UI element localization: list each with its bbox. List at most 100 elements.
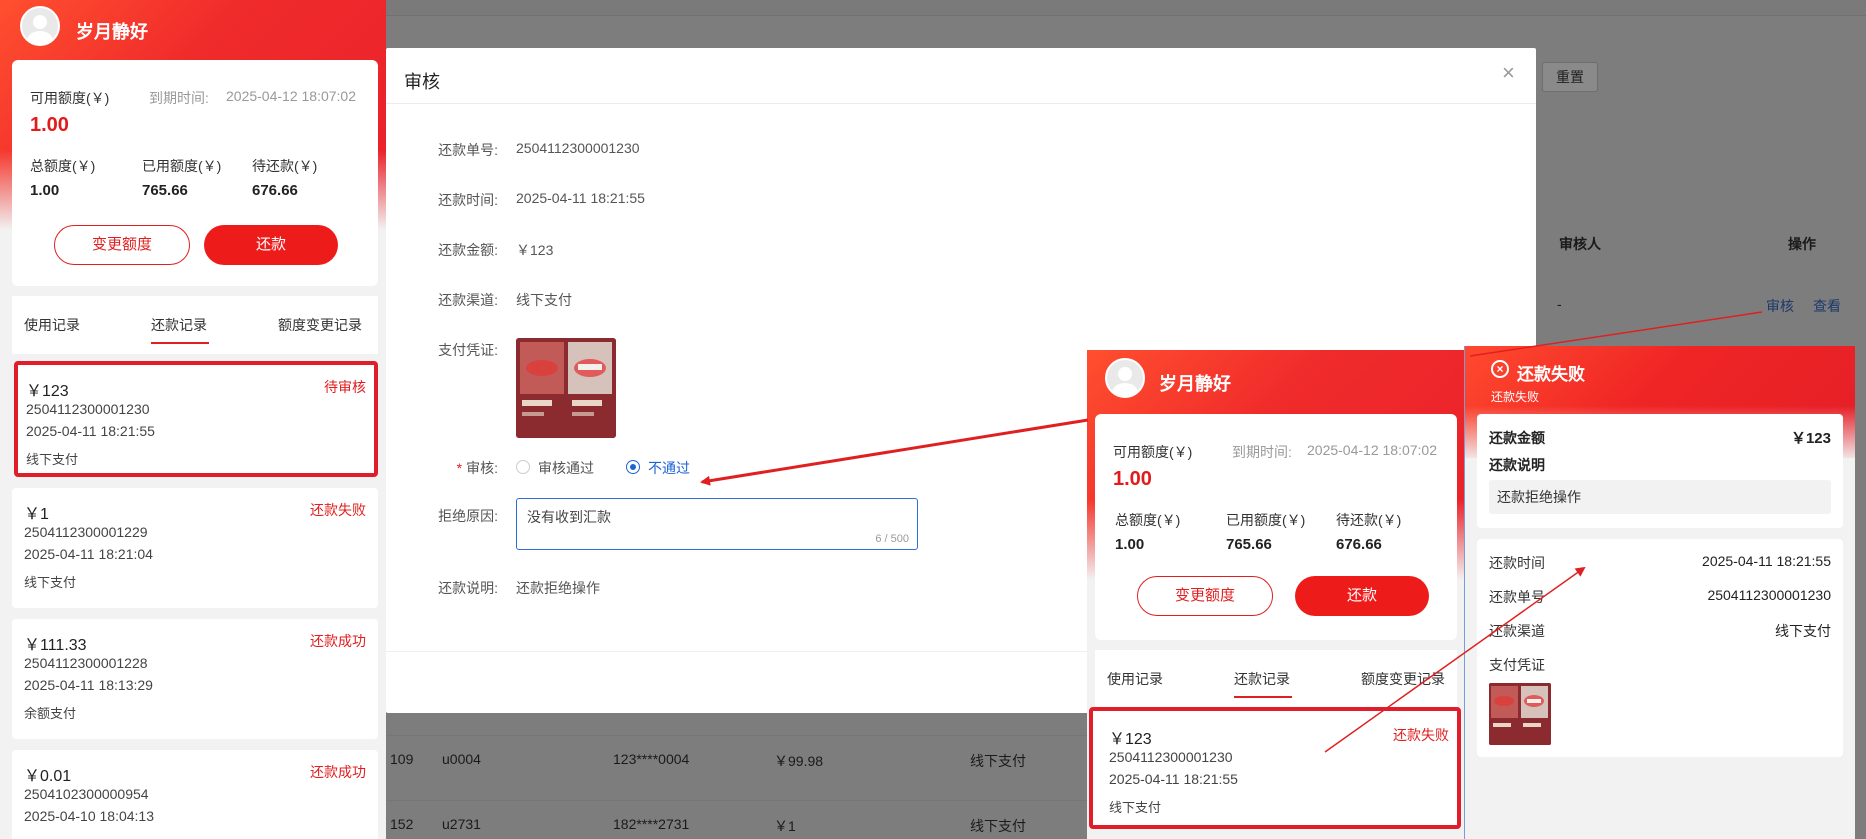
tab-usage[interactable]: 使用记录 [24, 315, 80, 335]
avatar[interactable] [20, 6, 60, 46]
radio-reject[interactable]: 不通过 [626, 458, 690, 478]
pending-label: 待还款(￥) [1336, 512, 1402, 528]
row-channel: 线下支付 [970, 753, 1026, 769]
record-channel: 线下支付 [26, 452, 79, 467]
desc-value: 还款拒绝操作 [1489, 480, 1831, 514]
value: 还款拒绝操作 [516, 580, 600, 596]
tab-limit-change[interactable]: 额度变更记录 [1361, 669, 1445, 689]
record-no: 2504112300001228 [24, 655, 148, 671]
amount-label: 还款金额 [1489, 430, 1545, 446]
tab-repayment[interactable]: 还款记录 [151, 315, 207, 335]
record-time: 2025-04-10 18:04:13 [24, 808, 154, 824]
repay-button[interactable]: 还款 [204, 225, 338, 265]
used-label: 已用额度(￥) [142, 158, 222, 174]
change-limit-button[interactable]: 变更额度 [54, 225, 190, 265]
modal-title: 审核 [404, 72, 440, 92]
active-tab-indicator [151, 342, 209, 344]
mobile-panel-middle: 岁月静好 可用额度(￥) 到期时间: 2025-04-12 18:07:02 1… [1087, 350, 1465, 839]
value: 2504112300001230 [516, 140, 640, 156]
required-mark: * [456, 460, 463, 476]
record-tabs: 使用记录 还款记录 额度变更记录 [12, 296, 378, 354]
table-row: 152 u2731 182****2731 ￥1 线下支付 [386, 800, 1090, 839]
view-link[interactable]: 查看 [1813, 296, 1841, 316]
reason-textarea[interactable]: 没有收到汇款 6 / 500 [516, 498, 918, 550]
no-value: 2504112300001230 [1707, 587, 1831, 603]
tab-usage[interactable]: 使用记录 [1107, 669, 1163, 689]
record-no: 2504102300000954 [24, 786, 149, 802]
close-icon[interactable]: × [1502, 60, 1515, 86]
label: 支付凭证: [438, 342, 498, 358]
record-status: 还款失败 [310, 502, 366, 518]
row-phone: 182****2731 [613, 816, 690, 832]
record-no: 2504112300001229 [24, 524, 148, 540]
change-limit-button[interactable]: 变更额度 [1137, 576, 1273, 616]
available-value: 1.00 [1113, 468, 1152, 490]
char-count: 6 / 500 [875, 533, 909, 545]
available-value: 1.00 [30, 114, 69, 136]
user-name: 岁月静好 [1159, 374, 1231, 394]
tab-repayment[interactable]: 还款记录 [1234, 669, 1290, 689]
expire-label: 到期时间: [149, 90, 209, 106]
table-row: 109 u0004 123****0004 ￥99.98 线下支付 [386, 735, 1090, 785]
row-channel: 线下支付 [970, 818, 1026, 834]
time-label: 还款时间 [1489, 555, 1545, 571]
list-item[interactable]: ￥0.01 2504102300000954 2025-04-10 18:04:… [12, 750, 378, 839]
channel-value: 线下支付 [1775, 623, 1831, 639]
record-time: 2025-04-11 18:13:29 [24, 677, 153, 693]
list-item[interactable]: ￥1 2504112300001229 2025-04-11 18:21:04 … [12, 488, 378, 608]
record-amount: ￥111.33 [24, 637, 87, 654]
record-no: 2504112300001230 [1109, 749, 1233, 765]
repay-button[interactable]: 还款 [1295, 576, 1429, 616]
voucher-image[interactable] [516, 338, 616, 438]
column-auditor: 审核人 [1559, 236, 1601, 252]
amount-card: 还款金额 ￥123 还款说明 还款拒绝操作 [1477, 414, 1843, 528]
pending-value: 676.66 [1336, 536, 1382, 553]
record-channel: 线下支付 [24, 575, 77, 590]
record-channel: 余额支付 [24, 706, 77, 721]
reset-button[interactable]: 重置 [1542, 62, 1598, 92]
user-name: 岁月静好 [76, 22, 148, 42]
record-time: 2025-04-11 18:21:04 [24, 546, 153, 562]
used-value: 765.66 [142, 182, 188, 199]
radio-circle-icon [516, 459, 530, 474]
row-id: 109 [390, 751, 414, 767]
detail-subtitle: 还款失败 [1491, 390, 1540, 404]
list-item[interactable]: ￥123 2504112300001230 2025-04-11 18:21:5… [1089, 707, 1461, 829]
credit-card: 可用额度(￥) 到期时间: 2025-04-12 18:07:02 1.00 总… [1095, 414, 1457, 640]
voucher-thumbnail[interactable] [1489, 683, 1551, 745]
value: 线下支付 [516, 292, 572, 308]
value: ￥123 [516, 242, 554, 258]
row-amount: ￥99.98 [774, 753, 824, 769]
record-time: 2025-04-11 18:21:55 [26, 423, 155, 439]
amount-value: ￥123 [1790, 430, 1831, 447]
expire-value: 2025-04-12 18:07:02 [226, 88, 356, 104]
list-item[interactable]: ￥123 2504112300001230 2025-04-11 18:21:5… [14, 361, 378, 477]
row-user: u0004 [442, 751, 481, 767]
total-value: 1.00 [1115, 536, 1145, 553]
label: 还款金额: [438, 242, 498, 258]
row-auditor: - [1557, 296, 1562, 312]
record-amount: ￥1 [24, 506, 49, 523]
record-status: 还款成功 [310, 764, 366, 780]
mobile-panel-left: 岁月静好 可用额度(￥) 到期时间: 2025-04-12 18:07:02 1… [0, 0, 386, 839]
list-item[interactable]: ￥111.33 2504112300001228 2025-04-11 18:1… [12, 619, 378, 739]
radio-pass[interactable]: 审核通过 [516, 458, 594, 478]
label: 还款时间: [438, 192, 498, 208]
audit-link[interactable]: 审核 [1766, 296, 1794, 316]
total-label: 总额度(￥) [30, 158, 96, 174]
record-channel: 线下支付 [1109, 800, 1162, 815]
modal-header: 审核 × [386, 48, 1536, 104]
audit-label: 审核: [466, 460, 498, 476]
info-card: 还款时间 2025-04-11 18:21:55 还款单号 2504112300… [1477, 539, 1843, 757]
label: 还款渠道: [438, 292, 498, 308]
record-tabs: 使用记录 还款记录 额度变更记录 [1095, 650, 1457, 708]
avatar[interactable] [1105, 358, 1145, 398]
used-label: 已用额度(￥) [1226, 512, 1306, 528]
available-label: 可用额度(￥) [1113, 444, 1193, 460]
column-operation: 操作 [1788, 236, 1816, 252]
tab-limit-change[interactable]: 额度变更记录 [278, 315, 362, 335]
background-top-strip [386, 0, 1866, 16]
expire-label: 到期时间: [1232, 444, 1292, 460]
active-tab-indicator [1234, 696, 1292, 698]
value: 2025-04-11 18:21:55 [516, 190, 645, 206]
